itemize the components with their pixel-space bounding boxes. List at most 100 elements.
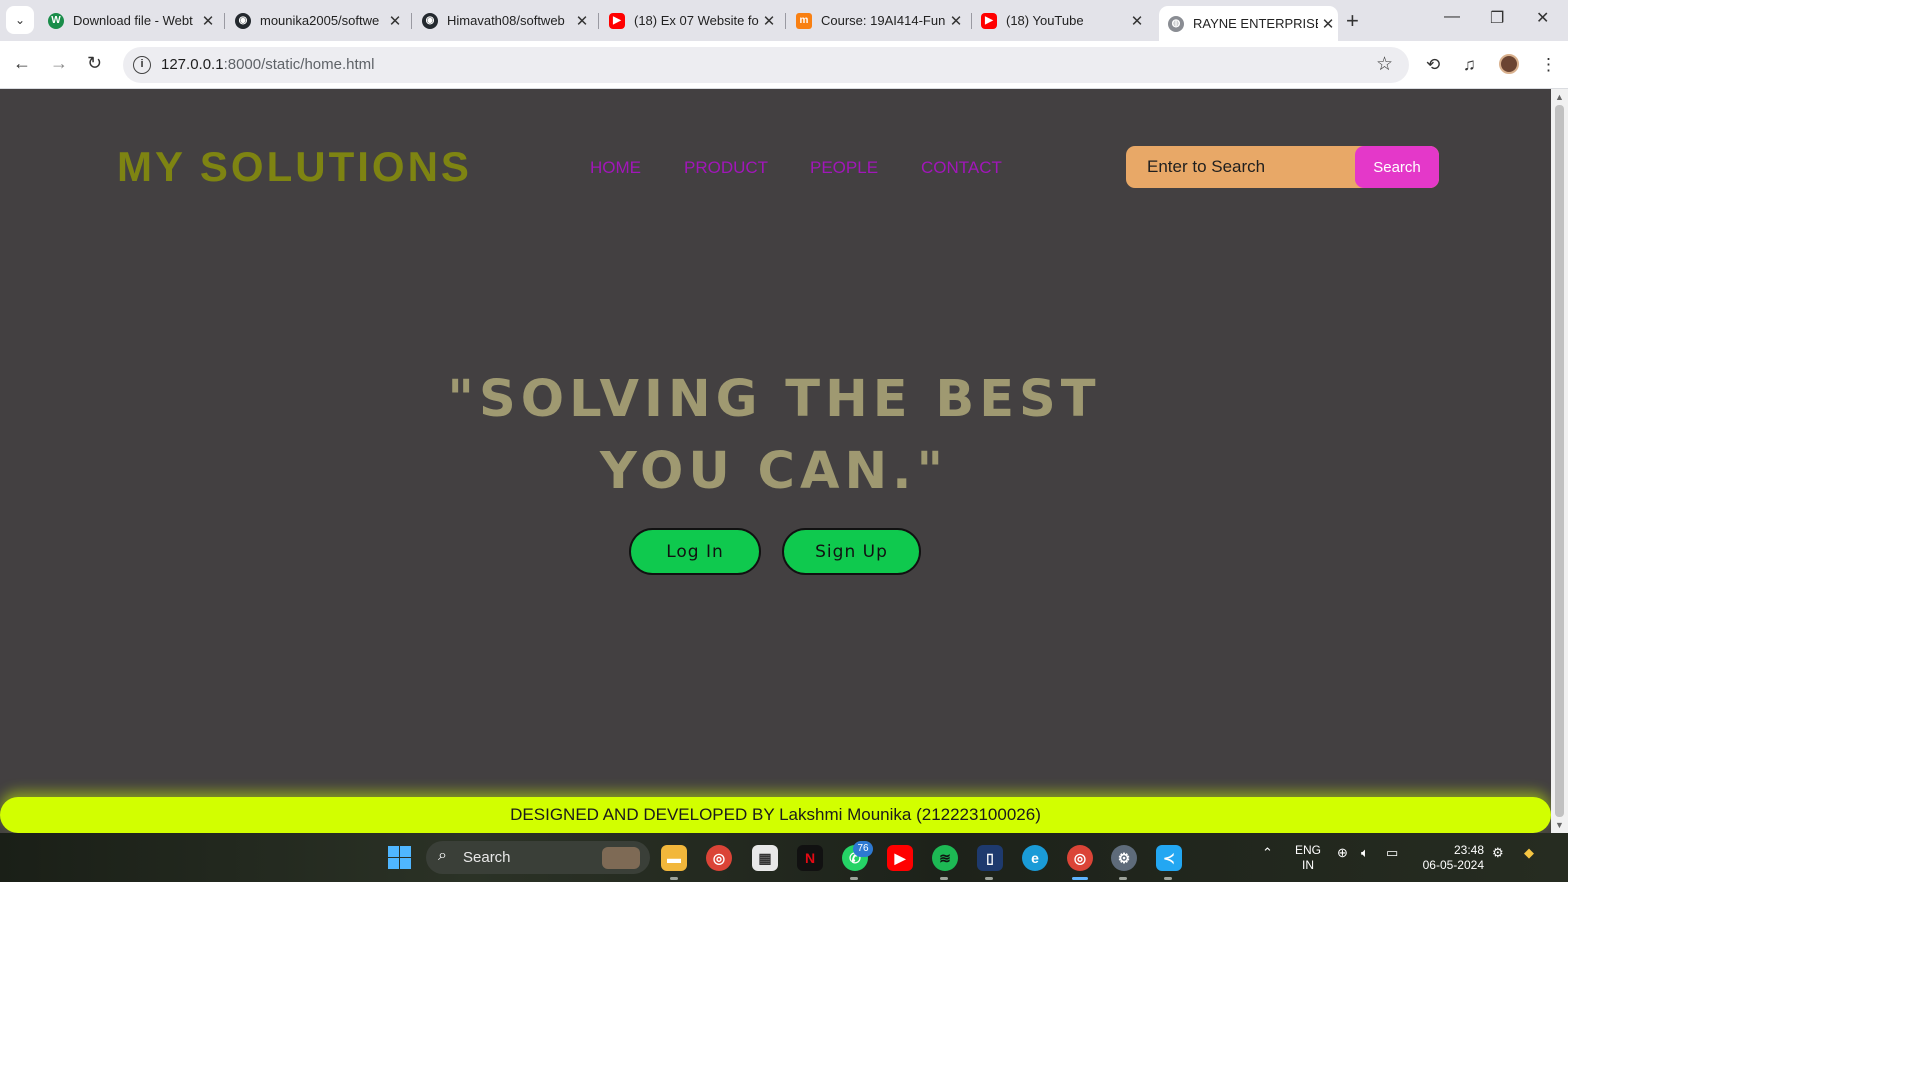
- profile-avatar[interactable]: [1499, 54, 1519, 74]
- taskbar: ⌕ Search ▬ ◎ ▦ N ✆ ▶ ≋ ▯ e ◎ ⚙ ≺: [0, 833, 1568, 882]
- web-page: MY SOLUTIONS HOME PRODUCT PEOPLE CONTACT…: [0, 89, 1551, 833]
- tray-chevron-icon[interactable]: ⌃: [1262, 845, 1273, 861]
- site-info-icon[interactable]: i: [133, 56, 151, 74]
- extension-icon[interactable]: ⟲: [1426, 55, 1440, 75]
- running-indicator: [985, 877, 993, 880]
- close-icon[interactable]: ✕: [759, 12, 779, 30]
- battery-icon[interactable]: ▭: [1386, 845, 1398, 861]
- globe-icon: ◍: [1168, 15, 1184, 32]
- signup-button[interactable]: Sign Up: [782, 528, 921, 575]
- tab-youtube[interactable]: ▶ (18) YouTube ✕: [981, 6, 1147, 35]
- taskbar-search-label: Search: [463, 849, 511, 866]
- close-icon[interactable]: ✕: [1318, 15, 1338, 33]
- search-icon: ⌕: [438, 847, 447, 864]
- running-indicator: [670, 877, 678, 880]
- close-icon[interactable]: ✕: [198, 12, 218, 30]
- bookmark-star-icon[interactable]: ☆: [1376, 53, 1393, 76]
- running-indicator: [1164, 877, 1172, 880]
- settings-gear-icon[interactable]: ⚙: [1111, 845, 1137, 871]
- windows-start-icon[interactable]: [388, 846, 411, 869]
- window-close-icon[interactable]: ✕: [1536, 8, 1549, 28]
- scroll-thumb[interactable]: [1555, 105, 1564, 817]
- netflix-icon[interactable]: N: [797, 845, 823, 871]
- restore-icon[interactable]: ❐: [1490, 8, 1504, 28]
- chrome-icon[interactable]: ◎: [706, 845, 732, 871]
- search-highlight-image: [602, 847, 640, 869]
- whatsapp-badge: 76: [853, 841, 873, 857]
- network-icon[interactable]: ⊕: [1337, 845, 1348, 861]
- close-icon[interactable]: ✕: [1127, 12, 1147, 30]
- tab-mounika-repo[interactable]: ◉ mounika2005/softwe ✕: [235, 6, 405, 35]
- forward-icon[interactable]: →: [50, 53, 68, 74]
- url-path: :8000/static/home.html: [223, 56, 375, 73]
- hero-quote: "SOLVING THE BEST YOU CAN.": [400, 364, 1148, 508]
- file-explorer-icon[interactable]: ▬: [661, 845, 687, 871]
- tab-divider: [971, 13, 972, 29]
- tab-download-file[interactable]: W Download file - Webt ✕: [48, 6, 218, 35]
- youtube-app-icon[interactable]: ▶: [887, 845, 913, 871]
- tab-search-chevron-icon[interactable]: ⌄: [6, 6, 34, 34]
- page-footer: DESIGNED AND DEVELOPED BY Lakshmi Mounik…: [0, 797, 1551, 833]
- taskbar-search[interactable]: ⌕ Search: [426, 841, 650, 874]
- hero-line-2: YOU CAN.": [599, 442, 949, 501]
- moodle-icon: m: [796, 12, 812, 29]
- w-icon: W: [48, 12, 64, 29]
- address-bar[interactable]: i 127.0.0.1:8000/static/home.html ☆: [123, 47, 1409, 83]
- youtube-icon: ▶: [609, 12, 625, 29]
- active-indicator: [1072, 877, 1088, 880]
- nav-contact[interactable]: CONTACT: [921, 158, 1002, 178]
- github-icon: ◉: [235, 12, 251, 29]
- clock-time: 23:48: [1453, 843, 1484, 857]
- spotify-icon[interactable]: ≋: [932, 845, 958, 871]
- running-indicator: [850, 877, 858, 880]
- back-icon[interactable]: ←: [13, 53, 31, 74]
- search-box: Search: [1126, 146, 1439, 188]
- ms-store-icon[interactable]: ▦: [752, 845, 778, 871]
- tab-divider: [598, 13, 599, 29]
- youtube-icon: ▶: [981, 12, 997, 29]
- search-input[interactable]: [1126, 146, 1355, 188]
- running-indicator: [1119, 877, 1127, 880]
- tab-ex07-video[interactable]: ▶ (18) Ex 07 Website fo ✕: [609, 6, 779, 35]
- copilot-icon[interactable]: ◆: [1524, 845, 1534, 861]
- vscode-icon[interactable]: ≺: [1156, 845, 1182, 871]
- media-control-icon[interactable]: ♫: [1463, 55, 1476, 75]
- tab-himavath-repo[interactable]: ◉ Himavath08/softweb ✕: [422, 6, 592, 35]
- language-indicator[interactable]: ENG IN: [1295, 843, 1321, 873]
- tab-course[interactable]: m Course: 19AI414-Fun ✕: [796, 6, 966, 35]
- settings-tray-icon[interactable]: ⚙: [1492, 845, 1504, 861]
- new-tab-icon[interactable]: +: [1346, 8, 1359, 34]
- close-icon[interactable]: ✕: [946, 12, 966, 30]
- hero-line-1: "SOLVING THE BEST: [447, 370, 1101, 429]
- lang-region: IN: [1302, 858, 1314, 872]
- scroll-up-icon[interactable]: ▲: [1555, 92, 1564, 102]
- volume-icon[interactable]: 🔈︎: [1361, 845, 1369, 861]
- phone-link-icon[interactable]: ▯: [977, 845, 1003, 871]
- page-scrollbar[interactable]: ▲ ▼: [1551, 89, 1568, 833]
- scroll-down-icon[interactable]: ▼: [1555, 820, 1564, 830]
- browser-toolbar: ← → ↻ i 127.0.0.1:8000/static/home.html …: [0, 41, 1568, 89]
- lang-code: ENG: [1295, 843, 1322, 857]
- close-icon[interactable]: ✕: [385, 12, 405, 30]
- minimize-icon[interactable]: —: [1444, 8, 1460, 26]
- brand-logo[interactable]: MY SOLUTIONS: [117, 143, 472, 191]
- reload-icon[interactable]: ↻: [87, 53, 102, 74]
- tab-strip: ⌄ W Download file - Webt ✕ ◉ mounika2005…: [0, 0, 1568, 41]
- nav-home[interactable]: HOME: [590, 158, 641, 178]
- menu-kebab-icon[interactable]: ⋮: [1540, 55, 1557, 75]
- tab-divider: [224, 13, 225, 29]
- search-button[interactable]: Search: [1355, 146, 1439, 188]
- address-url[interactable]: 127.0.0.1:8000/static/home.html: [161, 56, 374, 73]
- edge-icon[interactable]: e: [1022, 845, 1048, 871]
- running-indicator: [940, 877, 948, 880]
- clock[interactable]: 23:48 06-05-2024: [1419, 843, 1484, 873]
- tab-divider: [411, 13, 412, 29]
- tab-divider: [785, 13, 786, 29]
- tab-rayne-enterprises[interactable]: ◍ RAYNE ENTERPRISES ✕: [1159, 6, 1338, 41]
- login-button[interactable]: Log In: [629, 528, 761, 575]
- nav-people[interactable]: PEOPLE: [810, 158, 878, 178]
- clock-date: 06-05-2024: [1422, 858, 1484, 872]
- nav-product[interactable]: PRODUCT: [684, 158, 768, 178]
- close-icon[interactable]: ✕: [572, 12, 592, 30]
- chrome-profile-icon[interactable]: ◎: [1067, 845, 1093, 871]
